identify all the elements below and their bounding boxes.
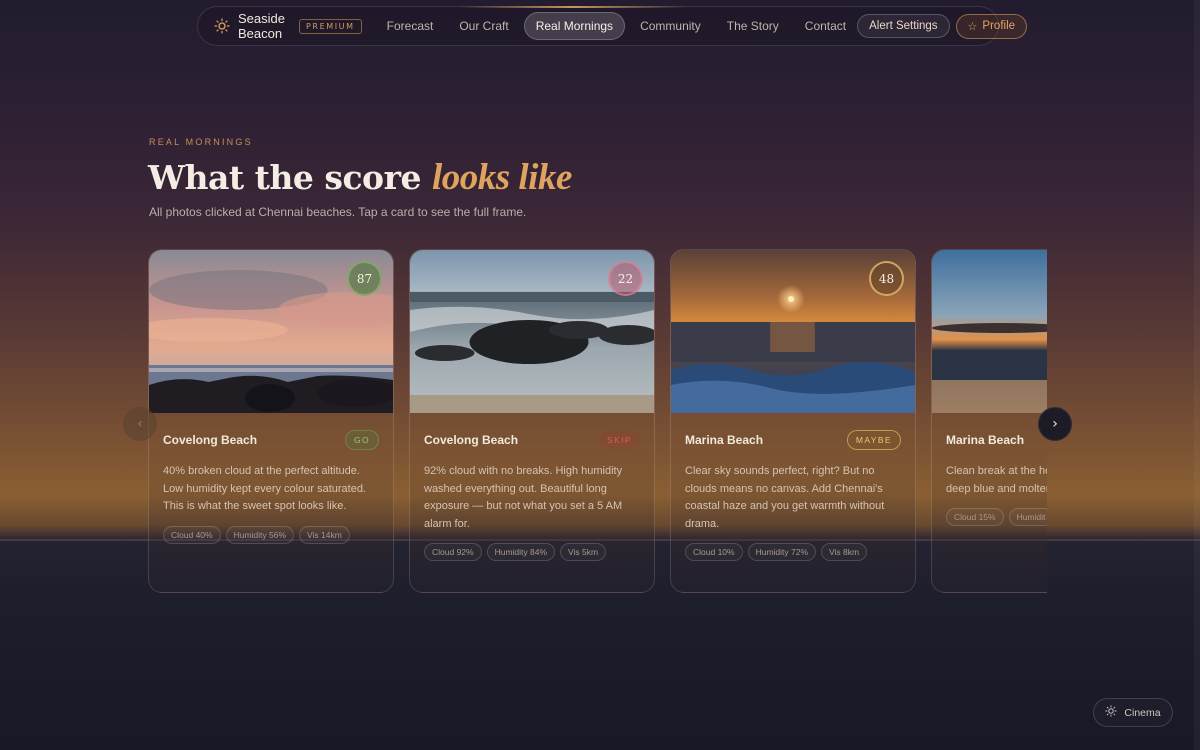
card-body: Covelong Beach GO 40% broken cloud at th…	[149, 413, 393, 544]
chip-humidity: Humidity 72%	[747, 543, 817, 561]
chip-cloud: Cloud 10%	[685, 543, 743, 561]
title-accent: looks like	[431, 157, 572, 198]
nav-link-the-story[interactable]: The Story	[716, 13, 790, 39]
chip-humidity: Humidit	[1008, 508, 1047, 526]
chevron-right-icon: ›	[1052, 416, 1058, 432]
score-badge: 48	[869, 261, 904, 296]
chip-cloud: Cloud 40%	[163, 525, 221, 544]
carousel: 87 Covelong Beach GO 40% broken cloud at…	[147, 249, 1047, 599]
photo-card[interactable]: 87 Covelong Beach GO 40% broken cloud at…	[148, 249, 394, 593]
chip-visibility: Vis 8km	[821, 543, 868, 561]
card-chips: Cloud 10% Humidity 72% Vis 8km	[685, 543, 901, 561]
card-photo	[932, 250, 1047, 413]
card-location: Marina Beach	[685, 433, 764, 447]
card-chips: Cloud 92% Humidity 84% Vis 5km	[424, 543, 640, 561]
brand[interactable]: Seaside Beacon PREMIUM	[214, 11, 362, 41]
card-body: Marina Beach MAYBE Clear sky sounds perf…	[671, 413, 915, 561]
chip-cloud: Cloud 15%	[946, 508, 1004, 526]
verdict-badge: MAYBE	[846, 430, 901, 450]
profile-button[interactable]: ☆ Profile	[955, 13, 1028, 39]
top-nav: Seaside Beacon PREMIUM Forecast Our Craf…	[197, 6, 1028, 46]
card-body: Marina Beach Clean break at the ho humid…	[932, 413, 1047, 526]
verdict-badge: GO	[344, 430, 379, 450]
section-subtitle: All photos clicked at Chennai beaches. T…	[149, 205, 527, 219]
photo-card[interactable]: Marina Beach Clean break at the ho humid…	[931, 249, 1047, 593]
chip-visibility: Vis 14km	[299, 525, 350, 544]
brand-name: Seaside Beacon	[238, 11, 285, 41]
card-location: Covelong Beach	[424, 433, 519, 447]
card-description: Clean break at the ho humidity gave razo…	[946, 465, 1047, 495]
chip-cloud: Cloud 92%	[424, 543, 482, 561]
nav-links: Forecast Our Craft Real Mornings Communi…	[376, 12, 857, 40]
card-description: 92% cloud with no breaks. High humidity …	[424, 465, 623, 530]
card-description: 40% broken cloud at the perfect altitude…	[163, 465, 366, 512]
profile-label: Profile	[982, 20, 1016, 32]
score-badge: 87	[347, 261, 382, 296]
card-photo: 48	[671, 250, 915, 413]
title-plain: What the score	[148, 158, 421, 197]
verdict-badge: SKIP	[599, 431, 640, 449]
section-title: What the score looks like	[148, 156, 572, 199]
photo-card[interactable]: 22 Covelong Beach SKIP 92% cloud with no…	[409, 249, 655, 593]
card-body: Covelong Beach SKIP 92% cloud with no br…	[410, 413, 654, 561]
cinema-label: Cinema	[1124, 706, 1161, 719]
scrollbar[interactable]	[1194, 0, 1200, 750]
photo-card[interactable]: 48 Marina Beach MAYBE Clear sky sounds p…	[670, 249, 916, 593]
carousel-next-button[interactable]: ›	[1038, 407, 1072, 441]
nav-link-community[interactable]: Community	[629, 13, 712, 39]
card-chips: Cloud 40% Humidity 56% Vis 14km	[163, 525, 379, 544]
nav-actions: Alert Settings ☆ Profile	[857, 13, 1028, 39]
chip-humidity: Humidity 84%	[486, 543, 556, 561]
card-location: Marina Beach	[946, 433, 1025, 447]
card-photo: 87	[149, 250, 393, 413]
sun-icon	[1105, 705, 1118, 720]
section-eyebrow: REAL MORNINGS	[149, 137, 253, 147]
alert-settings-button[interactable]: Alert Settings	[857, 14, 950, 38]
score-badge: 22	[608, 261, 643, 296]
chip-humidity: Humidity 56%	[225, 525, 295, 544]
card-location: Covelong Beach	[163, 433, 258, 447]
card-photo: 22	[410, 250, 654, 413]
chip-visibility: Vis 5km	[560, 543, 607, 561]
nav-link-our-craft[interactable]: Our Craft	[448, 13, 519, 39]
cinema-mode-button[interactable]: Cinema	[1093, 698, 1173, 727]
premium-badge: PREMIUM	[298, 18, 362, 34]
chevron-left-icon: ‹	[137, 416, 143, 432]
star-icon: ☆	[967, 20, 978, 33]
card-chips: Cloud 15% Humidit	[946, 508, 1047, 526]
carousel-prev-button[interactable]: ‹	[123, 407, 157, 441]
nav-link-forecast[interactable]: Forecast	[376, 13, 445, 39]
nav-link-contact[interactable]: Contact	[794, 13, 857, 39]
sun-icon	[214, 18, 230, 34]
nav-link-real-mornings[interactable]: Real Mornings	[523, 12, 626, 40]
card-description: Clear sky sounds perfect, right? But no …	[685, 465, 885, 530]
